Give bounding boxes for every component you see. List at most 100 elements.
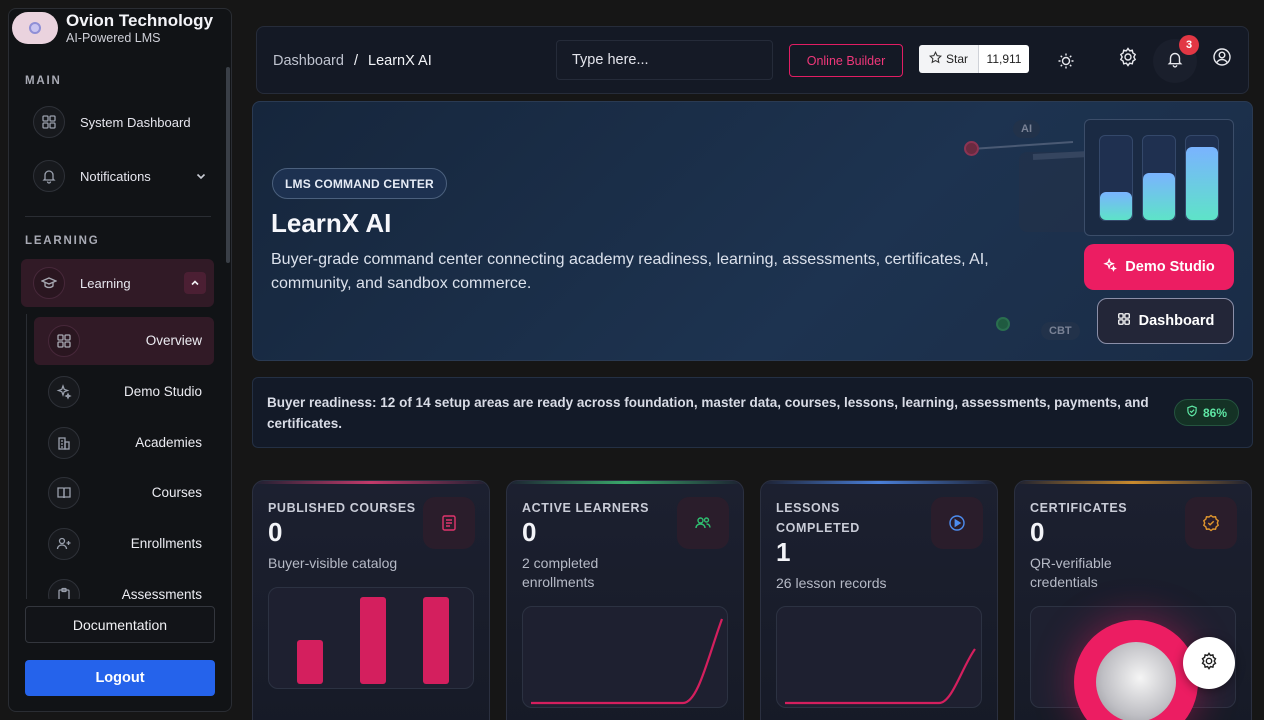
stat-value: 1 <box>776 537 791 567</box>
star-count[interactable]: 11,911 <box>979 45 1029 73</box>
card-accent-bar <box>253 481 489 484</box>
sparkles-icon <box>1103 257 1118 276</box>
sidebar-scrollbar[interactable] <box>226 67 230 263</box>
sidebar-item-academies[interactable]: Academies <box>34 419 214 467</box>
hero-title: LearnX AI <box>271 208 392 238</box>
sidebar: Ovion Technology AI-Powered LMS MAIN Sys… <box>8 8 232 712</box>
online-builder-button[interactable]: Online Builder <box>789 44 903 77</box>
stat-label: CERTIFICATES <box>1030 501 1128 515</box>
building-icon <box>48 427 80 459</box>
gear-icon[interactable] <box>1116 45 1140 69</box>
demo-studio-label: Demo Studio <box>1125 259 1215 275</box>
settings-fab-button[interactable] <box>1183 637 1235 689</box>
sidebar-item-notifications[interactable]: Notifications <box>33 160 213 192</box>
breadcrumb-current: LearnX AI <box>368 53 432 69</box>
chevron-down-icon[interactable] <box>195 170 207 185</box>
sidebar-item-overview[interactable]: Overview <box>34 317 214 365</box>
sidebar-item-label: Academies <box>135 435 202 450</box>
sidebar-item-label: Overview <box>145 333 202 348</box>
readiness-text: Buyer readiness: 12 of 14 setup areas ar… <box>267 395 1149 431</box>
brand-name: Ovion Technology <box>66 11 214 30</box>
graduation-cap-icon <box>33 267 65 299</box>
mini-bar-track <box>1185 135 1219 221</box>
gear-icon <box>1200 651 1218 675</box>
dashboard-grid-icon <box>48 325 80 357</box>
stat-card-active-learners[interactable]: ACTIVE LEARNERS 0 2 completed enrollment… <box>506 480 744 720</box>
stat-card-published-courses[interactable]: PUBLISHED COURSES 0 Buyer-visible catalo… <box>252 480 490 720</box>
stat-subtext: 26 lesson records <box>776 575 887 591</box>
line-chart-svg <box>785 648 976 705</box>
sparkles-icon <box>48 376 80 408</box>
line-chart-svg <box>531 618 724 705</box>
stat-subtext: Buyer-visible catalog <box>268 555 398 571</box>
lessons-completed-line-chart <box>776 606 982 708</box>
sidebar-item-label: Notifications <box>80 168 151 184</box>
sidebar-item-enrollments[interactable]: Enrollments <box>34 520 214 568</box>
star-icon <box>928 50 943 67</box>
decorative-cbt-chip: CBT <box>1041 322 1080 340</box>
stat-value: 0 <box>268 517 283 547</box>
hero-description: Buyer-grade command center connecting ac… <box>271 251 989 292</box>
readiness-banner: Buyer readiness: 12 of 14 setup areas ar… <box>252 377 1253 448</box>
breadcrumb-root-link[interactable]: Dashboard <box>273 53 344 69</box>
users-icon <box>677 497 729 549</box>
logout-button[interactable]: Logout <box>25 660 215 696</box>
bell-icon <box>33 160 65 192</box>
card-accent-bar <box>507 481 743 484</box>
sidebar-item-label: Demo Studio <box>123 384 202 399</box>
dashboard-button[interactable]: Dashboard <box>1097 298 1234 344</box>
sidebar-item-label: Enrollments <box>130 536 202 551</box>
decorative-node-pink <box>964 141 979 156</box>
stat-label: PUBLISHED COURSES <box>268 501 416 515</box>
stat-value: 0 <box>1030 517 1045 547</box>
sidebar-item-label: System Dashboard <box>80 114 191 130</box>
demo-studio-button[interactable]: Demo Studio <box>1084 244 1234 290</box>
sidebar-group-learning[interactable]: Learning <box>21 259 214 307</box>
section-label-learning: LEARNING <box>25 235 100 247</box>
breadcrumb: Dashboard / LearnX AI <box>273 53 432 69</box>
divider <box>25 216 211 217</box>
chevron-up-icon[interactable] <box>184 272 206 294</box>
sidebar-item-demo-studio[interactable]: Demo Studio <box>34 368 214 416</box>
documentation-button[interactable]: Documentation <box>25 606 215 643</box>
mini-bar-fill <box>1186 147 1218 220</box>
readiness-percent-badge: 86% <box>1174 399 1239 426</box>
tree-line <box>26 314 27 614</box>
active-learners-line-chart <box>522 606 728 708</box>
dashboard-label: Dashboard <box>1138 313 1215 329</box>
bell-icon <box>1166 50 1184 73</box>
mini-bar-track <box>1099 135 1133 221</box>
bar <box>297 640 323 684</box>
badge-check-icon <box>1185 497 1237 549</box>
sun-icon[interactable] <box>1054 49 1078 73</box>
notification-count-badge: 3 <box>1179 35 1199 55</box>
github-star-button[interactable]: Star 11,911 <box>919 45 1029 73</box>
stat-card-lessons-completed[interactable]: LESSONS COMPLETED 1 26 lesson records <box>760 480 998 720</box>
stat-label: ACTIVE LEARNERS <box>522 501 650 515</box>
dashboard-grid-icon <box>33 106 65 138</box>
brand-subtitle: AI-Powered LMS <box>66 31 161 45</box>
brand[interactable]: Ovion Technology AI-Powered LMS <box>12 11 227 51</box>
star-label: Star <box>945 52 968 66</box>
sidebar-item-courses[interactable]: Courses <box>34 469 214 517</box>
search-input[interactable] <box>556 40 773 80</box>
breadcrumb-separator: / <box>353 53 358 69</box>
readiness-percent: 86% <box>1202 405 1228 420</box>
sidebar-item-label: Learning <box>80 275 131 291</box>
bar <box>360 597 386 684</box>
star-button-left[interactable]: Star <box>919 45 979 73</box>
published-courses-bar-chart <box>268 587 474 689</box>
card-accent-bar <box>761 481 997 484</box>
donut-center <box>1096 642 1176 720</box>
stat-value: 0 <box>522 517 537 547</box>
decorative-ai-chip: AI <box>1013 120 1040 138</box>
stat-subtext: 2 completed enrollments <box>522 555 599 590</box>
user-plus-icon <box>48 528 80 560</box>
mini-bar-fill <box>1143 173 1175 220</box>
sidebar-item-system-dashboard[interactable]: System Dashboard <box>33 106 191 138</box>
hero-tag: LMS COMMAND CENTER <box>272 168 447 199</box>
stat-subtext: QR-verifiable credentials <box>1030 555 1112 590</box>
section-label-main: MAIN <box>25 75 62 87</box>
user-circle-icon[interactable] <box>1210 45 1234 69</box>
book-icon <box>48 477 80 509</box>
